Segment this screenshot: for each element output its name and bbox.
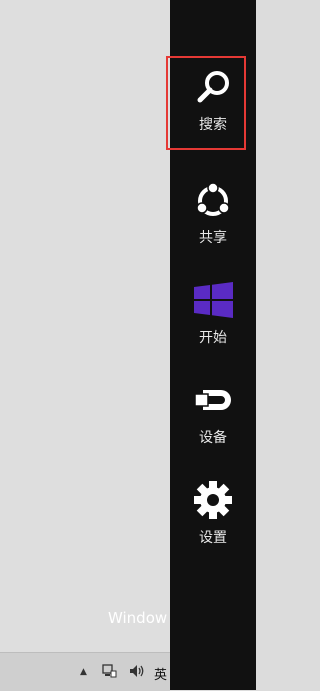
share-icon	[196, 182, 230, 216]
charm-search[interactable]: 搜索	[166, 56, 256, 150]
windows-logo-icon	[194, 282, 233, 318]
volume-icon[interactable]	[128, 663, 146, 679]
charm-settings[interactable]: 设置	[170, 472, 256, 562]
taskbar: ▲ 英	[0, 652, 170, 691]
settings-gear-icon	[194, 481, 232, 519]
show-hidden-icons-button[interactable]: ▲	[80, 667, 87, 677]
charms-bar: 搜索 共享 开始 设备 设置	[166, 0, 256, 690]
windows-watermark: Window	[108, 609, 168, 627]
charm-label: 开始	[199, 330, 227, 346]
devices-icon	[194, 390, 231, 410]
ime-indicator[interactable]: 英	[154, 664, 167, 683]
charm-share[interactable]: 共享	[170, 172, 256, 262]
charm-devices[interactable]: 设备	[170, 372, 256, 462]
charm-label: 设置	[199, 530, 227, 546]
charm-label: 搜索	[199, 117, 227, 133]
desktop-area: Window	[0, 0, 170, 690]
charm-label: 共享	[199, 230, 227, 246]
charm-label: 设备	[199, 430, 227, 446]
network-icon[interactable]	[101, 663, 117, 679]
search-icon	[197, 71, 229, 103]
charm-start[interactable]: 开始	[170, 272, 256, 362]
